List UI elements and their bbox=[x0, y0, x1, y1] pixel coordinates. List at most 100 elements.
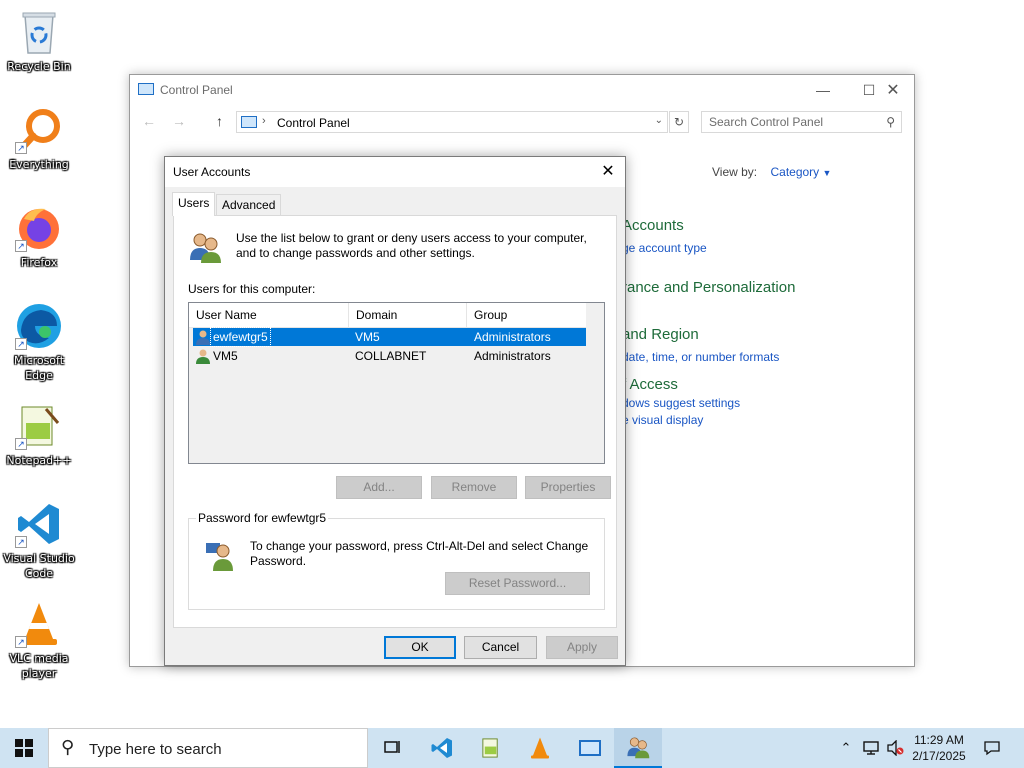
tab-users[interactable]: Users bbox=[172, 192, 216, 216]
desktop-icon-microsoft-edge[interactable]: ↗ Microsoft Edge bbox=[1, 302, 77, 383]
link-change-account-type[interactable]: ge account type bbox=[622, 241, 707, 255]
cell-user-name: VM5 bbox=[213, 349, 238, 363]
desktop-icon-everything[interactable]: ↗ Everything bbox=[1, 106, 77, 172]
category-clock-region[interactable]: and Region bbox=[622, 326, 699, 343]
search-input[interactable] bbox=[709, 112, 879, 132]
breadcrumb[interactable]: Control Panel bbox=[277, 116, 350, 130]
edge-icon: ↗ bbox=[15, 302, 63, 350]
column-header-group[interactable]: Group bbox=[467, 303, 586, 328]
caret-down-icon: ▼ bbox=[822, 168, 832, 178]
desktop-icon-label: Firefox bbox=[20, 256, 58, 269]
notepad-plus-plus-icon: ↗ bbox=[15, 402, 63, 450]
desktop-icon-recycle-bin[interactable]: Recycle Bin bbox=[1, 8, 77, 74]
desktop-icon-label: Notepad++ bbox=[6, 454, 72, 467]
refresh-button[interactable]: ↻ bbox=[669, 111, 689, 133]
category-user-accounts[interactable]: Accounts bbox=[622, 217, 684, 234]
close-button[interactable]: ✕ bbox=[870, 75, 916, 105]
forward-arrow-icon[interactable]: → bbox=[172, 113, 186, 129]
cancel-button[interactable]: Cancel bbox=[464, 636, 537, 659]
link-change-formats[interactable]: date, time, or number formats bbox=[622, 350, 779, 364]
cell-group: Administrators bbox=[474, 349, 551, 363]
clock-date: 2/17/2025 bbox=[912, 749, 966, 763]
taskbar-search-input[interactable] bbox=[89, 738, 349, 760]
dialog-title: User Accounts bbox=[173, 165, 251, 179]
minimize-button[interactable]: — bbox=[800, 75, 846, 105]
task-view-icon bbox=[384, 741, 400, 753]
table-row[interactable]: VM5 COLLABNET Administrators bbox=[193, 347, 586, 365]
control-panel-icon bbox=[138, 83, 154, 95]
shortcut-arrow-icon: ↗ bbox=[15, 240, 27, 252]
control-panel-titlebar[interactable]: Control Panel — ☐ ✕ bbox=[130, 75, 914, 105]
cell-group: Administrators bbox=[474, 330, 551, 344]
column-header-domain[interactable]: Domain bbox=[349, 303, 467, 328]
desktop-icon-vlc[interactable]: ↗ VLC media player bbox=[1, 600, 77, 681]
remove-user-button[interactable]: Remove bbox=[431, 476, 517, 499]
list-scrollbar[interactable] bbox=[586, 303, 604, 463]
back-arrow-icon[interactable]: ← bbox=[142, 113, 156, 129]
add-user-button[interactable]: Add... bbox=[336, 476, 422, 499]
taskbar-vscode[interactable] bbox=[418, 728, 466, 768]
view-by-label: View by: bbox=[712, 165, 758, 179]
desktop-icon-label: Everything bbox=[9, 158, 69, 171]
notifications-icon[interactable] bbox=[978, 728, 1006, 768]
link-optimize-visual-display[interactable]: e visual display bbox=[622, 413, 703, 427]
cell-domain: COLLABNET bbox=[355, 349, 427, 363]
taskbar-search[interactable]: ⚲ bbox=[48, 728, 368, 768]
column-header-user-name[interactable]: User Name bbox=[189, 303, 349, 328]
breadcrumb-chevron-icon: › bbox=[262, 115, 266, 127]
link-suggest-settings[interactable]: dows suggest settings bbox=[622, 396, 740, 410]
volume-muted-icon[interactable] bbox=[884, 728, 906, 768]
cell-domain: VM5 bbox=[355, 330, 380, 344]
list-header: User Name Domain Group bbox=[189, 303, 586, 328]
view-by-dropdown[interactable]: Category ▼ bbox=[770, 165, 831, 179]
view-by: View by: Category ▼ bbox=[712, 165, 831, 179]
shortcut-arrow-icon: ↗ bbox=[15, 438, 27, 450]
users-list[interactable]: User Name Domain Group ewfewtgr5 VM5 Adm… bbox=[188, 302, 605, 464]
tab-advanced[interactable]: Advanced bbox=[216, 194, 282, 215]
password-group-legend: Password for ewfewtgr5 bbox=[196, 511, 329, 525]
start-button[interactable] bbox=[0, 728, 48, 768]
users-icon bbox=[627, 737, 650, 759]
chevron-up-icon[interactable]: ⌃ bbox=[836, 728, 856, 768]
cell-user-name: ewfewtgr5 bbox=[210, 327, 271, 347]
system-clock[interactable]: 11:29 AM 2/17/2025 bbox=[904, 732, 974, 764]
vscode-icon bbox=[431, 738, 452, 758]
address-bar[interactable]: › Control Panel ⌄ bbox=[236, 111, 668, 133]
taskbar-control-panel[interactable] bbox=[566, 728, 614, 768]
desktop-icon-label: Microsoft Edge bbox=[13, 354, 65, 382]
desktop-icon-notepad-plus-plus[interactable]: ↗ Notepad++ bbox=[1, 402, 77, 468]
reset-password-button[interactable]: Reset Password... bbox=[445, 572, 590, 595]
password-instructions: To change your password, press Ctrl-Alt-… bbox=[250, 539, 589, 568]
category-appearance[interactable]: rance and Personalization bbox=[622, 279, 795, 296]
up-arrow-icon[interactable]: ↑ bbox=[216, 113, 223, 129]
desktop-icon-vscode[interactable]: ↗ Visual Studio Code bbox=[1, 500, 77, 581]
category-ease-of-access[interactable]: f Access bbox=[622, 376, 678, 393]
close-icon[interactable]: ✕ bbox=[591, 157, 625, 187]
windows-logo-icon bbox=[15, 739, 33, 757]
desktop-icon-firefox[interactable]: ↗ Firefox bbox=[1, 204, 77, 270]
user-icon bbox=[196, 349, 210, 364]
network-icon[interactable] bbox=[859, 728, 883, 768]
search-box[interactable]: ⚲ bbox=[701, 111, 902, 133]
task-view-button[interactable] bbox=[368, 728, 416, 768]
user-password-icon bbox=[205, 539, 237, 571]
ok-button[interactable]: OK bbox=[384, 636, 456, 659]
dialog-titlebar[interactable]: User Accounts ✕ bbox=[165, 157, 625, 187]
vlc-icon: ↗ bbox=[15, 600, 63, 648]
clock-time: 11:29 AM bbox=[914, 733, 964, 747]
taskbar-notepad-plus-plus[interactable] bbox=[467, 728, 515, 768]
chevron-down-icon[interactable]: ⌄ bbox=[655, 115, 663, 126]
users-label: Users for this computer: bbox=[188, 282, 316, 296]
desktop-icon-label: Visual Studio Code bbox=[3, 552, 75, 580]
taskbar-user-accounts[interactable] bbox=[614, 728, 662, 768]
apply-button[interactable]: Apply bbox=[546, 636, 618, 659]
view-by-value: Category bbox=[770, 165, 820, 179]
everything-icon: ↗ bbox=[15, 106, 63, 154]
properties-button[interactable]: Properties bbox=[525, 476, 611, 499]
table-row[interactable]: ewfewtgr5 VM5 Administrators bbox=[193, 327, 586, 347]
taskbar-vlc[interactable] bbox=[516, 728, 564, 768]
vscode-icon: ↗ bbox=[15, 500, 63, 548]
notepad-plus-plus-icon bbox=[482, 738, 498, 758]
users-icon bbox=[188, 230, 222, 264]
user-accounts-dialog: User Accounts ✕ Users Advanced Use the l… bbox=[164, 156, 626, 666]
